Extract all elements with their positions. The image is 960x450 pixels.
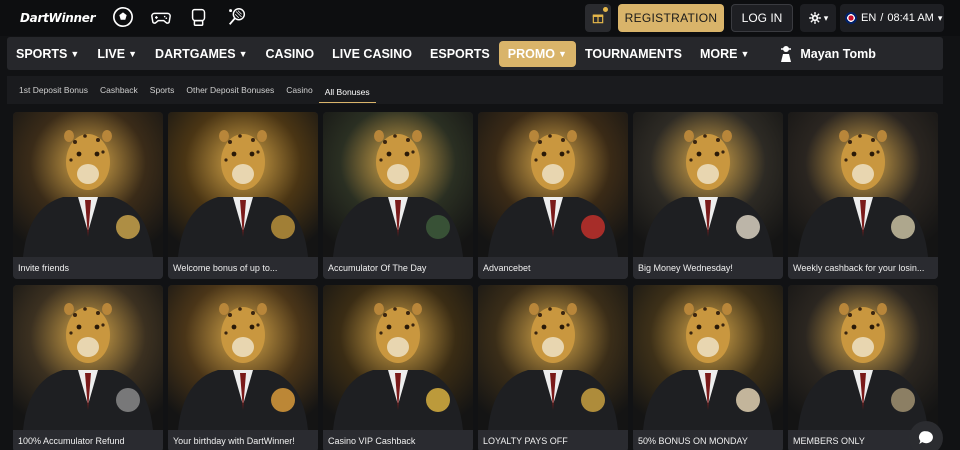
promo-card[interactable]: Invite friends <box>13 112 163 279</box>
nav-esports[interactable]: ESPORTS <box>421 41 499 67</box>
tab-sports[interactable]: Sports <box>144 76 181 104</box>
chevron-down-icon: ▼ <box>740 48 750 59</box>
dartwinner-logo[interactable]: DartWinner <box>18 9 96 27</box>
nav-label: PROMO <box>507 46 556 61</box>
promo-title: 100% Accumulator Refund <box>13 430 163 450</box>
top-header: DartWinner REGISTRATION LOG IN ▾ EN / 08… <box>0 0 960 36</box>
promo-card[interactable]: Advancebet <box>478 112 628 279</box>
nav-live[interactable]: LIVE ▼ <box>88 41 146 67</box>
promo-image <box>13 112 163 257</box>
chevron-down-icon: ▼ <box>558 48 567 59</box>
promo-image <box>323 285 473 430</box>
promo-card[interactable]: Big Money Wednesday! <box>633 112 783 279</box>
nav-live-casino[interactable]: LIVE CASINO <box>323 41 421 67</box>
language-time-dropdown[interactable]: EN / 08:41 AM ▾ <box>840 4 944 32</box>
chat-bubble-icon <box>918 431 933 444</box>
promo-title: Big Money Wednesday! <box>633 257 783 279</box>
gift-button[interactable] <box>585 4 611 32</box>
chevron-down-icon: ▼ <box>238 48 248 59</box>
tab-casino[interactable]: Casino <box>280 76 318 104</box>
nav-more[interactable]: MORE ▼ <box>691 41 758 67</box>
promo-title: Weekly cashback for your losin... <box>788 257 938 279</box>
promo-image <box>323 112 473 257</box>
tab-cashback[interactable]: Cashback <box>94 76 144 104</box>
notification-dot <box>603 7 608 12</box>
tab-other-deposit-bonuses[interactable]: Other Deposit Bonuses <box>180 76 280 104</box>
tennis-racket-icon[interactable] <box>224 4 250 30</box>
promo-title: LOYALTY PAYS OFF <box>478 430 628 450</box>
uk-flag-icon <box>845 12 857 24</box>
nav-label: TOURNAMENTS <box>584 46 682 61</box>
nav-label: SPORTS <box>16 46 68 61</box>
promo-image <box>633 112 783 257</box>
login-button[interactable]: LOG IN <box>731 4 793 32</box>
settings-dropdown[interactable]: ▾ <box>800 4 836 32</box>
logo-text: DartWinner <box>20 11 96 25</box>
promo-card[interactable]: 100% Accumulator Refund <box>13 285 163 450</box>
nav-label: DARTGAMES <box>155 46 236 61</box>
nav-dartgames[interactable]: DARTGAMES ▼ <box>146 41 256 67</box>
promo-title: 50% BONUS ON MONDAY <box>633 430 783 450</box>
nav-label: LIVE <box>97 46 126 61</box>
main-nav: SPORTS ▼ LIVE ▼ DARTGAMES ▼ CASINO LIVE CAS… <box>7 37 943 70</box>
promo-image <box>13 285 163 430</box>
chevron-down-icon: ▾ <box>823 12 829 23</box>
promo-category-tabs: 1st Deposit Bonus Cashback Sports Other … <box>7 76 943 104</box>
tab-all-bonuses[interactable]: All Bonuses <box>318 81 376 103</box>
language-code: EN <box>861 12 877 24</box>
separator: / <box>880 12 884 24</box>
promo-image <box>168 285 318 430</box>
promo-card[interactable]: 50% BONUS ON MONDAY <box>633 285 783 450</box>
nav-tournaments[interactable]: TOURNAMENTS <box>576 41 691 67</box>
promo-title: Advancebet <box>478 257 628 279</box>
gamepad-icon[interactable] <box>148 4 174 30</box>
explorer-figure-icon <box>781 45 792 62</box>
nav-mayan-tomb[interactable]: Mayan Tomb <box>778 45 876 63</box>
promo-title: Your birthday with DartWinner! <box>168 430 318 450</box>
promo-title: Invite friends <box>13 257 163 279</box>
clock-time: 08:41 AM <box>887 12 934 24</box>
boxing-glove-icon[interactable] <box>186 4 212 30</box>
promo-image <box>788 285 938 430</box>
nav-label: ESPORTS <box>430 46 490 61</box>
chevron-down-icon: ▼ <box>128 48 138 59</box>
promo-image <box>633 285 783 430</box>
promo-card[interactable]: LOYALTY PAYS OFF <box>478 285 628 450</box>
promo-title: Accumulator Of The Day <box>323 257 473 279</box>
nav-casino[interactable]: CASINO <box>257 41 324 67</box>
soccer-ball-icon[interactable] <box>110 4 136 30</box>
promo-image <box>478 112 628 257</box>
promo-title: Casino VIP Cashback <box>323 430 473 450</box>
nav-label: MORE <box>699 46 738 61</box>
live-chat-button[interactable] <box>909 421 943 450</box>
nav-sports[interactable]: SPORTS ▼ <box>7 41 88 67</box>
promo-card[interactable]: Your birthday with DartWinner! <box>168 285 318 450</box>
promo-card[interactable]: Casino VIP Cashback <box>323 285 473 450</box>
category-icons <box>110 4 250 30</box>
promo-image <box>788 112 938 257</box>
promo-image <box>168 112 318 257</box>
promo-grid: Invite friends Welcome bonus of up to... A… <box>13 112 938 450</box>
nav-label: CASINO <box>265 46 315 61</box>
gear-icon <box>808 12 821 24</box>
chevron-down-icon: ▼ <box>70 48 80 59</box>
registration-button[interactable]: REGISTRATION <box>618 4 724 32</box>
promo-card[interactable]: Accumulator Of The Day <box>323 112 473 279</box>
chevron-down-icon: ▾ <box>937 12 943 23</box>
gift-icon <box>592 14 604 24</box>
promo-title: Welcome bonus of up to... <box>168 257 318 279</box>
tab-1st-deposit-bonus[interactable]: 1st Deposit Bonus <box>13 76 94 104</box>
promo-image <box>478 285 628 430</box>
nav-label: LIVE CASINO <box>332 46 413 61</box>
promo-card[interactable]: Weekly cashback for your losin... <box>788 112 938 279</box>
featured-game-label: Mayan Tomb <box>800 46 876 61</box>
promo-card[interactable]: Welcome bonus of up to... <box>168 112 318 279</box>
nav-promo[interactable]: PROMO ▼ <box>498 40 576 67</box>
